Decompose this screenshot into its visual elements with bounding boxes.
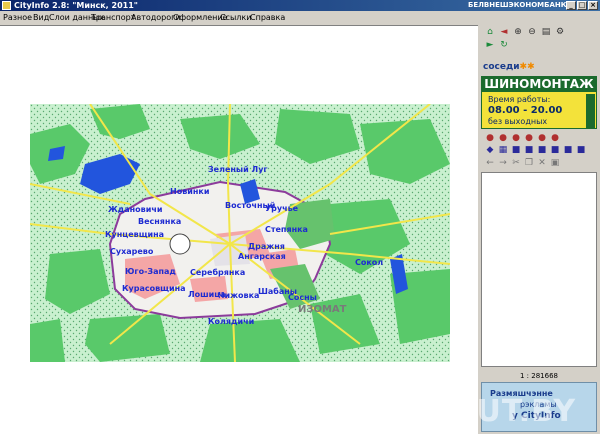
app-icon [2,1,11,10]
bus-icon[interactable]: ■ [510,145,522,156]
star-icon[interactable]: ■ [549,145,561,156]
forward-icon[interactable]: ► [484,40,496,51]
district-label: Чижовка [218,291,259,300]
close-button[interactable]: × [588,1,598,10]
zoom-out-icon[interactable]: ⊖ [526,27,538,38]
settings-icon[interactable]: ⚙ [554,27,566,38]
menu-item-links[interactable]: Ссылки [220,11,251,24]
district-label: Сокол [355,258,383,267]
menu-item-view[interactable]: Вид [33,11,49,24]
hours-label: Время работы: [488,95,551,104]
district-label: Новинки [170,187,209,196]
district-label: Серебрянка [190,267,245,277]
copy-icon[interactable]: ❐ [523,158,535,169]
hours-value: 08.00 - 20.00 [488,105,563,116]
banner-stripe [586,94,595,128]
cut-icon[interactable]: ✂ [510,158,522,169]
city-map[interactable]: Зеленый Луг Новинки Восточный Ждановичи … [30,104,450,362]
minimize-button[interactable]: _ [566,1,576,10]
district-label: Сосны [288,293,317,302]
print-icon[interactable]: ▤ [540,27,552,38]
image-icon[interactable]: ▣ [549,158,561,169]
measure-icon[interactable]: ● [510,133,522,144]
maximize-button[interactable]: □ [577,1,587,10]
days-label: без выходных [488,117,548,126]
menu-item-misc[interactable]: Разное [3,11,32,24]
district-label: Ангарская [238,252,286,261]
route-icon[interactable]: ● [497,133,509,144]
district-label: Уручье [265,204,299,213]
zoom-in-icon[interactable]: ⊕ [512,27,524,38]
refresh-icon[interactable]: ↻ [498,40,510,51]
arrow-right-icon[interactable]: → [497,158,509,169]
bookmark-icon[interactable]: ● [536,133,548,144]
district-label: Колядичи [208,317,254,326]
sponsor-logo[interactable]: соседи✱✱ [483,62,535,72]
globe-icon[interactable]: ◆ [484,145,496,156]
ad-banner-tires[interactable]: ШИНОМОНТАЖ Время работы: 08.00 - 20.00 б… [481,76,597,129]
tag-icon[interactable]: ■ [523,145,535,156]
grid-icon[interactable]: ▦ [497,145,509,156]
info-icon[interactable]: ● [549,133,561,144]
layers-icon[interactable]: ■ [575,145,587,156]
logo-text: соседи [483,62,520,72]
menu-item-transport[interactable]: Транспорт [91,11,135,24]
legend-panel[interactable] [481,172,597,367]
delete-icon[interactable]: ✕ [536,158,548,169]
menu-bar: Разное Вид Слои данных Транспорт Автодор… [0,11,478,24]
map-ad-label[interactable]: ИЗОМАТ [298,304,347,315]
district-label: Веснянка [138,217,181,226]
map-scale: 1 : 281668 [520,372,558,380]
district-label: Зеленый Луг [208,165,268,174]
district-label: Степянка [265,225,308,234]
district-label: Кунцевщина [105,230,164,239]
district-label: Юго-Запад [125,267,176,276]
window-title: CityInfo 2.8: "Минск, 2011" [14,1,138,10]
district-label: Курасовщина [122,284,186,293]
map-marker-icon[interactable] [169,233,191,255]
district-label: Сухарево [110,247,154,256]
banner-title: ШИНОМОНТАЖ [482,77,596,92]
pen-icon[interactable]: ■ [562,145,574,156]
title-bar: CityInfo 2.8: "Минск, 2011" БЕЛВНЕШЭКОНО… [0,0,600,11]
home-icon[interactable]: ⌂ [484,27,496,38]
watermark: TUT.BY [455,394,577,429]
arrow-left-icon[interactable]: ← [484,158,496,169]
map-view[interactable]: Зеленый Луг Новинки Восточный Ждановичи … [0,25,478,434]
menu-item-help[interactable]: Справка [250,11,285,24]
layer-icon[interactable]: ● [484,133,496,144]
bank-title: БЕЛВНЕШЭКОНОМБАНК [468,1,567,9]
district-label: Ждановичи [108,205,162,214]
search-icon[interactable]: ● [523,133,535,144]
flag-icon[interactable]: ■ [536,145,548,156]
district-label: Дражня [248,242,285,251]
back-icon[interactable]: ◄ [498,27,510,38]
